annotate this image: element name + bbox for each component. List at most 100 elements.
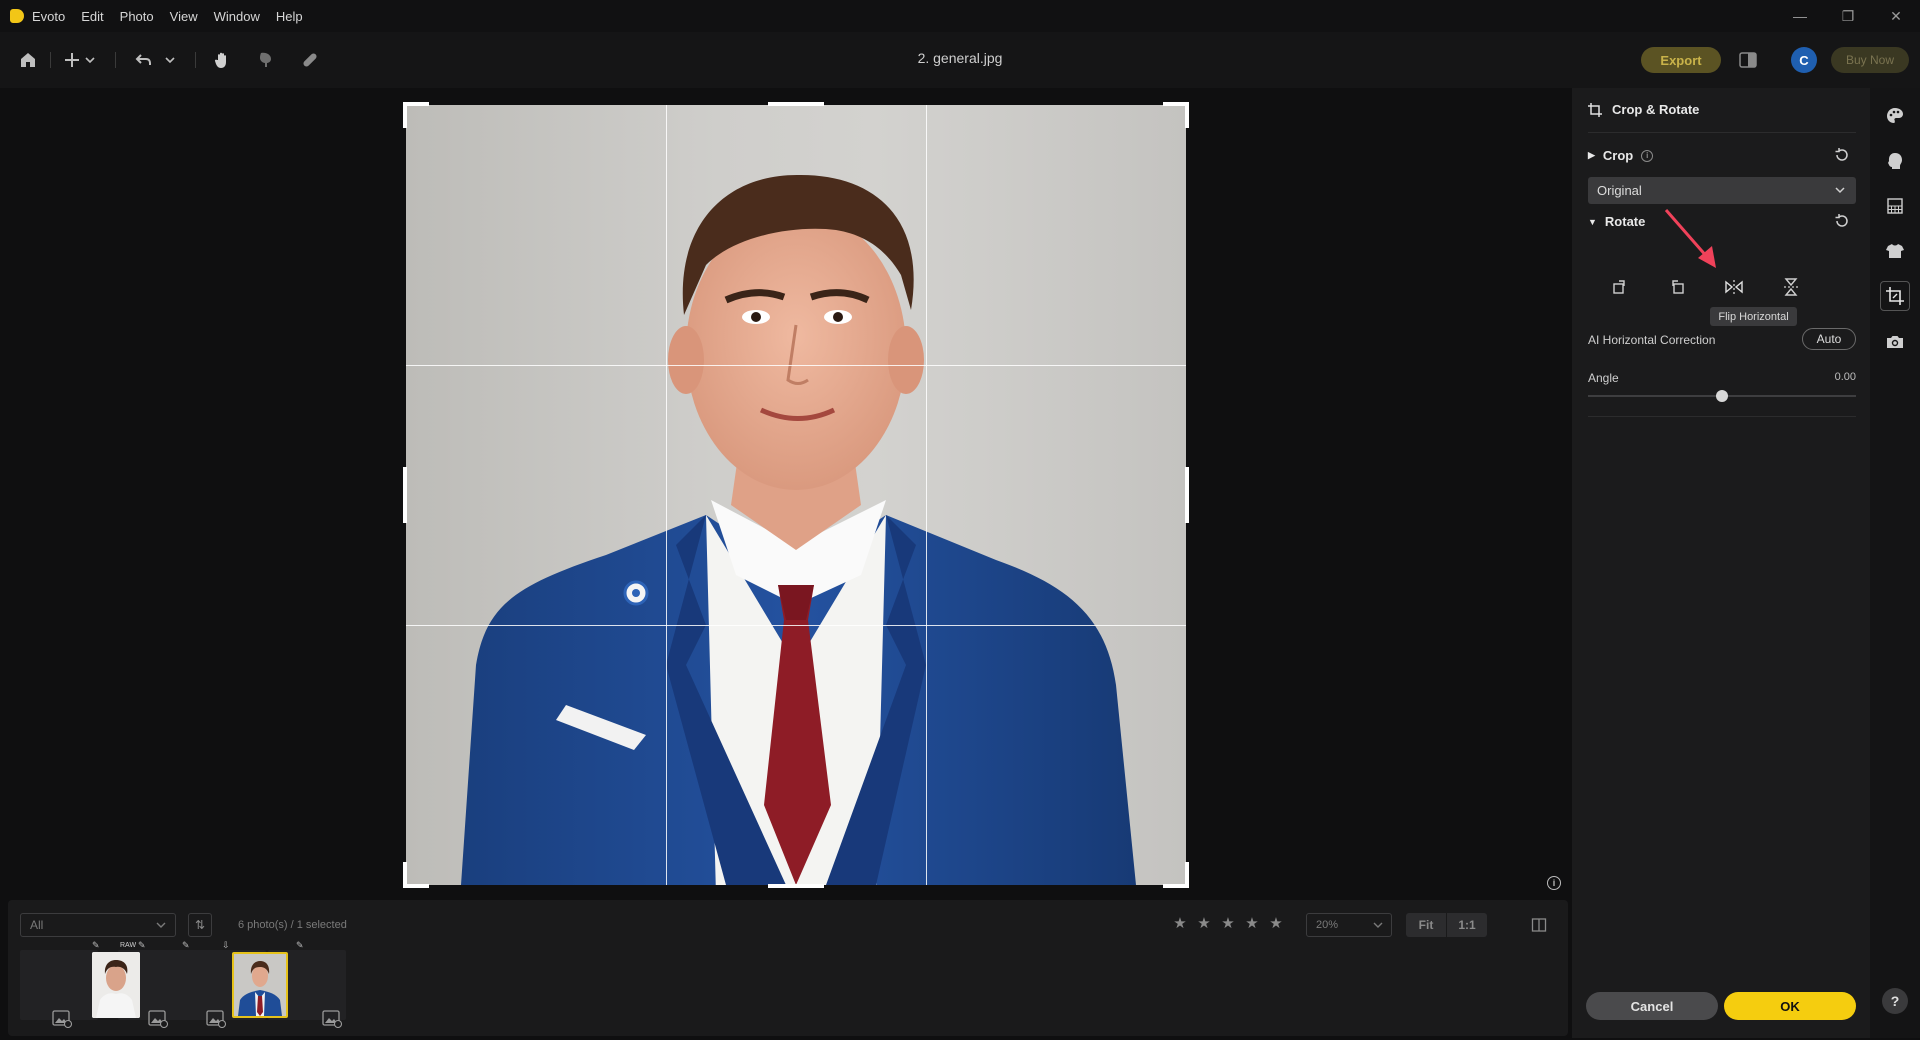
cancel-button[interactable]: Cancel — [1586, 992, 1718, 1020]
crop-handle-bottom-right[interactable] — [1185, 862, 1189, 888]
toolbar-divider — [50, 52, 51, 68]
crop-handle-top-left[interactable] — [403, 102, 407, 128]
photo-count-text: 6 photo(s) / 1 selected — [238, 919, 347, 931]
close-icon[interactable]: ✕ — [1872, 0, 1920, 32]
flip-vertical-icon — [1784, 278, 1798, 296]
one-to-one-button[interactable]: 1:1 — [1447, 913, 1487, 937]
angle-slider-thumb[interactable] — [1716, 390, 1728, 402]
crop-section-label: Crop — [1602, 148, 1634, 163]
crop-grid-line — [666, 105, 667, 885]
flip-horizontal-tooltip: Flip Horizontal — [1710, 307, 1797, 326]
crop-reset-icon[interactable] — [1834, 147, 1850, 163]
evoto-logo-icon — [10, 9, 24, 23]
background-grid-icon[interactable] — [1885, 196, 1905, 216]
flip-horizontal-button[interactable] — [1723, 276, 1745, 298]
toolbar-divider — [195, 52, 196, 68]
rotate-reset-icon[interactable] — [1834, 213, 1850, 229]
crop-grid-line — [406, 365, 1186, 366]
history-dropdown-chevron-icon[interactable] — [162, 46, 178, 74]
menu-help[interactable]: Help — [268, 9, 311, 24]
star-icon[interactable]: ★ — [1240, 914, 1264, 932]
crop-handle-bottom-left[interactable] — [403, 862, 407, 888]
bandage-icon[interactable] — [296, 46, 324, 74]
star-icon[interactable]: ★ — [1192, 914, 1216, 932]
buy-now-button[interactable]: Buy Now — [1831, 47, 1909, 73]
star-icon[interactable]: ★ — [1264, 914, 1288, 932]
filter-dropdown[interactable]: All — [20, 913, 176, 937]
export-marker-icon: ⇩ — [222, 940, 230, 950]
menu-edit[interactable]: Edit — [73, 9, 111, 24]
panel-divider — [1588, 132, 1856, 133]
title-bar: Evoto Edit Photo View Window Help — ❐ ✕ — [0, 0, 1920, 32]
camera-icon[interactable] — [1885, 332, 1905, 352]
crop-help-icon[interactable]: i — [1641, 149, 1654, 162]
crop-handle-left[interactable] — [403, 467, 407, 523]
edited-pen-icon: ✎ — [296, 940, 304, 950]
crop-aspect-dropdown[interactable]: Original — [1588, 177, 1856, 204]
fit-button[interactable]: Fit — [1406, 913, 1446, 937]
flip-horizontal-icon — [1725, 280, 1743, 294]
ai-horizontal-correction-label: AI Horizontal Correction — [1588, 333, 1716, 347]
face-head-icon[interactable] — [1885, 151, 1905, 171]
export-button[interactable]: Export — [1641, 47, 1721, 73]
selected-photo-thumbnail[interactable] — [232, 952, 288, 1018]
home-icon[interactable] — [14, 46, 42, 74]
photo-thumbnail[interactable] — [92, 952, 140, 1018]
clothing-shirt-icon[interactable] — [1885, 241, 1905, 261]
rotate-right-button[interactable] — [1666, 276, 1688, 298]
angle-label: Angle — [1588, 371, 1619, 385]
layout-toggle-icon[interactable] — [1528, 914, 1550, 936]
auto-correction-button[interactable]: Auto — [1802, 328, 1856, 350]
panel-divider — [1588, 416, 1856, 417]
rotate-left-button[interactable] — [1609, 276, 1631, 298]
ok-button[interactable]: OK — [1724, 992, 1856, 1020]
sort-icon[interactable]: ⇅ — [188, 913, 212, 937]
add-dropdown-chevron-icon[interactable] — [82, 46, 98, 74]
crop-rotate-panel: Crop & Rotate ▶ Crop i Original ▼ Rotate — [1572, 88, 1870, 1038]
undo-icon[interactable] — [130, 46, 158, 74]
restore-icon[interactable]: ❐ — [1824, 0, 1872, 32]
minimize-icon[interactable]: — — [1776, 0, 1824, 32]
window-controls: — ❐ ✕ — [1776, 0, 1920, 32]
star-icon[interactable]: ★ — [1216, 914, 1240, 932]
filter-value: All — [30, 918, 44, 932]
document-title: 2. general.jpg — [917, 50, 1003, 66]
rotate-right-icon — [1672, 280, 1684, 294]
canvas-area: i — [0, 88, 1570, 898]
menu-window[interactable]: Window — [206, 9, 268, 24]
toolbar-divider — [115, 52, 116, 68]
help-button[interactable]: ? — [1882, 988, 1908, 1014]
menu-photo[interactable]: Photo — [112, 9, 162, 24]
edited-pen-icon: ✎ — [138, 940, 146, 950]
chevron-down-icon — [1835, 187, 1845, 194]
rotate-section-label: Rotate — [1604, 214, 1646, 229]
menu-view[interactable]: View — [162, 9, 206, 24]
crop-rotate-tool-icon[interactable] — [1885, 286, 1905, 306]
portrait-thumbnail-illustration — [234, 954, 286, 1016]
filmstrip-bar: All ⇅ 6 photo(s) / 1 selected ★ ★ ★ ★ ★ … — [8, 900, 1568, 1036]
portrait-photo[interactable] — [406, 105, 1186, 885]
brush-icon[interactable] — [252, 46, 280, 74]
flip-vertical-button[interactable] — [1780, 276, 1802, 298]
angle-value[interactable]: 0.00 — [1822, 371, 1856, 383]
crop-handle-right[interactable] — [1185, 467, 1189, 523]
account-avatar[interactable]: C — [1791, 47, 1817, 73]
tool-rail: ? — [1870, 88, 1920, 1038]
collapse-triangle-icon: ▼ — [1588, 216, 1597, 227]
palette-icon[interactable] — [1885, 106, 1905, 126]
crop-grid-line — [406, 625, 1186, 626]
portrait-thumbnail-illustration — [92, 952, 140, 1018]
hand-pan-icon[interactable] — [208, 46, 236, 74]
crop-section-header[interactable]: ▶ Crop i — [1588, 148, 1654, 163]
crop-handle-bottom[interactable] — [768, 884, 824, 888]
rotate-section-header[interactable]: ▼ Rotate — [1588, 214, 1645, 229]
star-icon[interactable]: ★ — [1168, 914, 1192, 932]
info-icon[interactable]: i — [1547, 876, 1561, 890]
crop-handle-top-right[interactable] — [1185, 102, 1189, 128]
menu-bar: Edit Photo View Window Help — [73, 9, 310, 24]
crop-rotate-icon — [1588, 102, 1602, 117]
edited-pen-icon: ✎ — [182, 940, 190, 950]
crop-handle-top[interactable] — [768, 102, 824, 106]
compare-view-icon[interactable] — [1737, 49, 1759, 71]
zoom-dropdown[interactable]: 20% — [1306, 913, 1392, 937]
